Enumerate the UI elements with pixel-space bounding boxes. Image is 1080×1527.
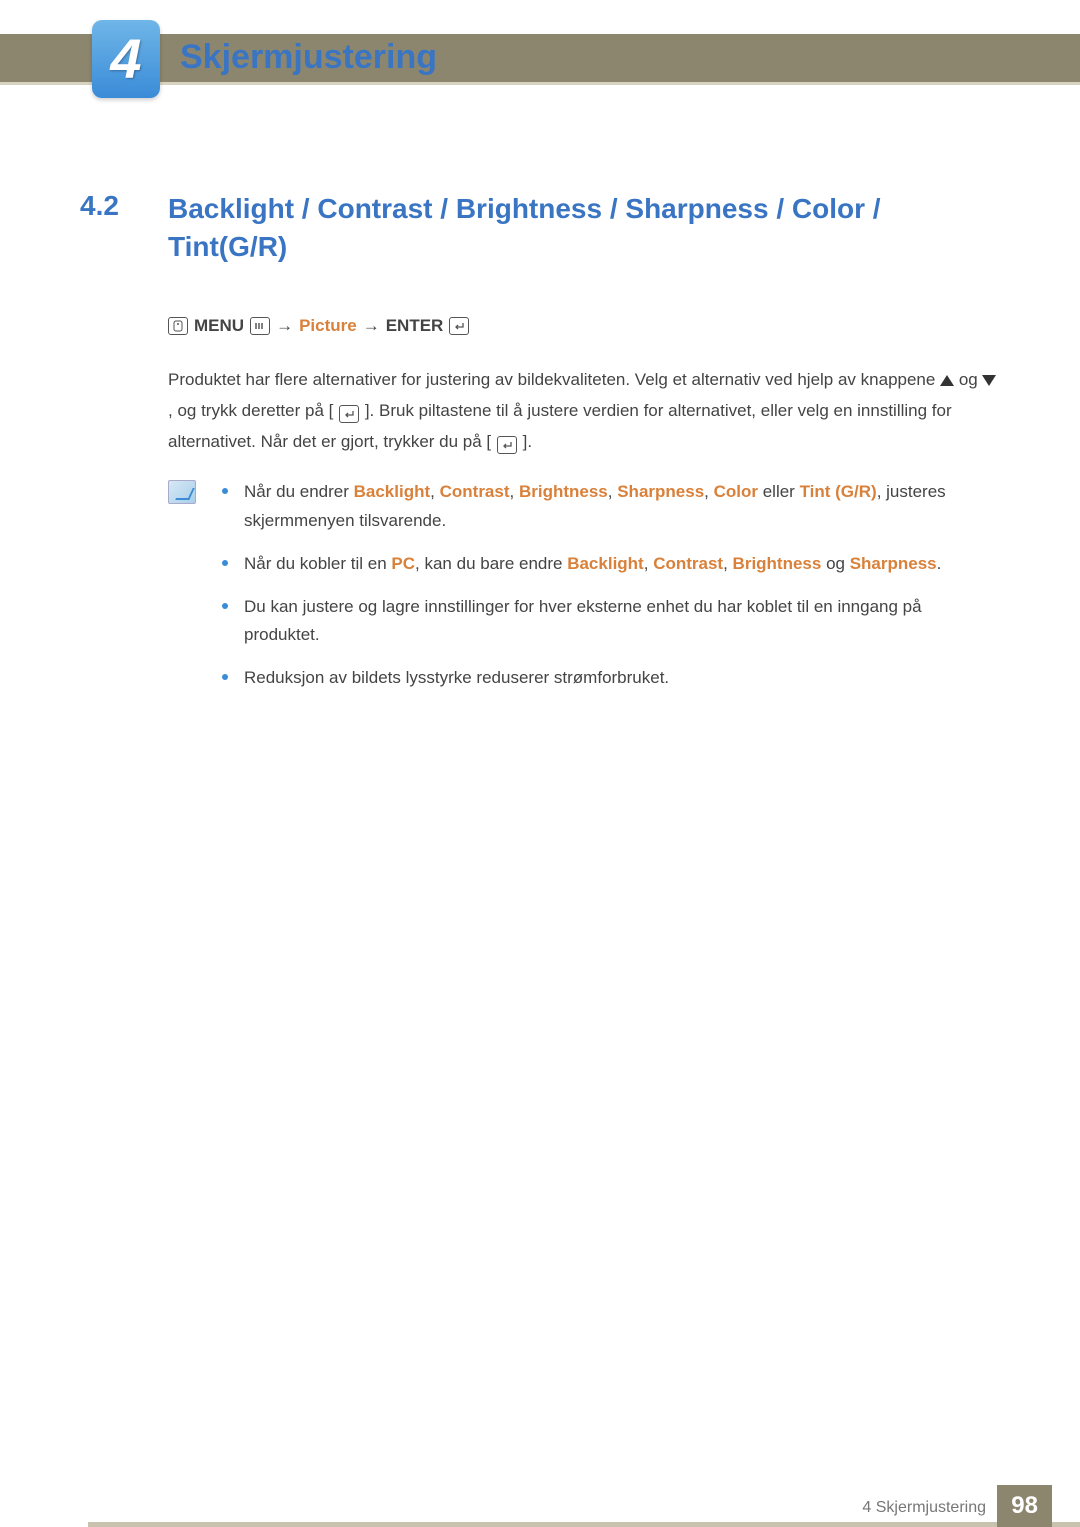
- footer-line: [88, 1522, 1080, 1527]
- arrow-up-icon: [940, 375, 954, 386]
- section-title: Backlight / Contrast / Brightness / Shar…: [168, 190, 1000, 266]
- page-footer: 4 Skjermjustering 98: [0, 1481, 1080, 1527]
- note-item-3: Du kan justere og lagre innstillinger fo…: [216, 593, 1000, 651]
- nav-arrow-2: →: [363, 316, 380, 336]
- body-p1c: , og trykk deretter på [: [168, 401, 333, 420]
- note-item-2: Når du kobler til en PC, kan du bare end…: [216, 550, 1000, 579]
- section-content: 4.2 Backlight / Contrast / Brightness / …: [80, 190, 1000, 707]
- body-p1b: og: [959, 370, 983, 389]
- nav-menu-label: MENU: [194, 316, 244, 336]
- note-list: Når du endrer Backlight, Contrast, Brigh…: [216, 478, 1000, 707]
- page-number: 98: [997, 1485, 1052, 1527]
- enter-icon: [449, 317, 469, 335]
- body-p1e: ].: [523, 432, 532, 451]
- enter-icon-inline-2: [497, 436, 517, 454]
- note-item-1: Når du endrer Backlight, Contrast, Brigh…: [216, 478, 1000, 536]
- nav-enter-label: ENTER: [386, 316, 444, 336]
- chapter-badge: 4: [92, 20, 160, 98]
- footer-chapter-label: 4 Skjermjustering: [862, 1499, 986, 1517]
- chapter-title: Skjermjustering: [180, 38, 437, 77]
- menu-navigation-path: MENU → Picture → ENTER: [168, 316, 1000, 336]
- note-block: Når du endrer Backlight, Contrast, Brigh…: [168, 478, 1000, 707]
- note-icon: [168, 480, 196, 504]
- section-number: 4.2: [80, 190, 144, 222]
- body-paragraph: Produktet har flere alternativer for jus…: [168, 364, 1000, 458]
- chapter-number: 4: [110, 31, 141, 87]
- nav-picture: Picture: [299, 316, 357, 336]
- enter-icon-inline-1: [339, 405, 359, 423]
- menu-grid-icon: [250, 317, 270, 335]
- header-bar: [0, 34, 1080, 82]
- note-item-4: Reduksjon av bildets lysstyrke reduserer…: [216, 664, 1000, 693]
- remote-icon: [168, 317, 188, 335]
- arrow-down-icon: [982, 375, 996, 386]
- body-p1a: Produktet har flere alternativer for jus…: [168, 370, 940, 389]
- nav-arrow-1: →: [276, 316, 293, 336]
